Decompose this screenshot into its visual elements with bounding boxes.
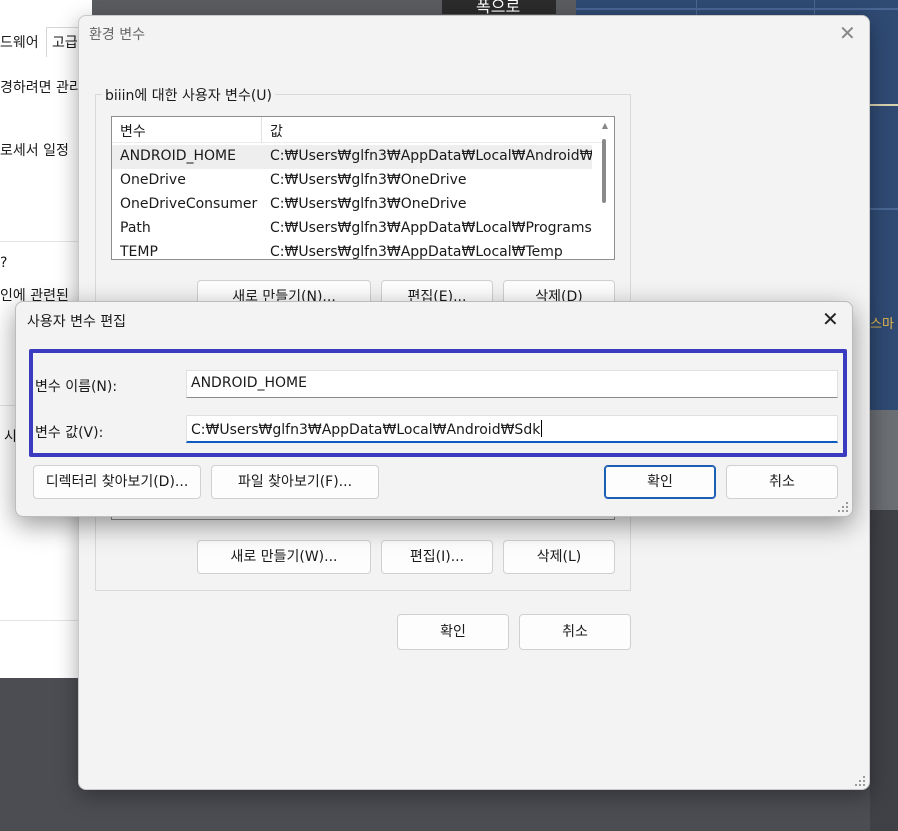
- list-item[interactable]: TEMP C:₩Users₩glfn3₩AppData₩Local₩Temp: [112, 241, 592, 260]
- scroll-up-icon[interactable]: ▲: [602, 121, 608, 130]
- list-item[interactable]: OneDriveConsumer C:₩Users₩glfn3₩OneDrive: [112, 193, 592, 217]
- divider: [0, 620, 80, 621]
- variable-value-input[interactable]: C:₩Users₩glfn3₩AppData₩Local₩Android₩Sdk: [186, 415, 838, 443]
- variable-name-text: ANDROID_HOME: [191, 375, 307, 391]
- user-variables-list[interactable]: 변수 값 ANDROID_HOME C:₩Users₩glfn3₩AppData…: [111, 116, 615, 260]
- background-text: ?: [0, 255, 8, 271]
- cancel-button[interactable]: 취소: [726, 465, 838, 499]
- variable-name: ANDROID_HOME: [120, 148, 236, 164]
- system-delete-button[interactable]: 삭제(L): [503, 540, 615, 574]
- group-label: biiin에 대한 사용자 변수(U): [102, 85, 275, 105]
- text-caret: [541, 420, 543, 437]
- variable-value: C:₩Users₩glfn3₩OneDrive: [270, 172, 467, 188]
- list-header: 변수 값: [112, 117, 602, 143]
- variable-name: Path: [120, 220, 151, 236]
- system-new-button[interactable]: 새로 만들기(W)...: [197, 540, 371, 574]
- system-edit-button[interactable]: 편집(I)...: [381, 540, 493, 574]
- background-dark-panel: 폭으로: [442, 0, 556, 16]
- background-text: 경하려면 관리: [0, 80, 82, 96]
- background-text: 로세서 일정: [0, 143, 69, 159]
- divider: [0, 241, 80, 242]
- variable-value: C:₩Users₩glfn3₩OneDrive: [270, 196, 467, 212]
- background-panel: [870, 510, 898, 831]
- variable-name: OneDriveConsumer: [120, 196, 258, 212]
- background-tab-label: 드웨어: [0, 35, 39, 51]
- scrollbar-thumb[interactable]: [602, 139, 606, 203]
- variable-value: C:₩Users₩glfn3₩AppData₩Local₩Android₩Sdk: [270, 148, 592, 164]
- column-header-variable[interactable]: 변수: [112, 117, 262, 143]
- background-tab-label-advanced: 고급: [52, 35, 78, 51]
- list-item[interactable]: Path C:₩Users₩glfn3₩AppData₩Local₩Progra…: [112, 217, 592, 241]
- dialog-title: 사용자 변수 편집: [27, 314, 127, 330]
- env-ok-button[interactable]: 확인: [397, 614, 509, 650]
- variable-name: TEMP: [120, 244, 158, 260]
- background-text: 스마: [870, 317, 894, 332]
- variable-value: C:₩Users₩glfn3₩AppData₩Local₩Programs₩..…: [270, 220, 592, 236]
- variable-name-label: 변수 이름(N):: [35, 379, 118, 395]
- edit-user-variable-dialog: 사용자 변수 편집 ✕ 변수 이름(N): ANDROID_HOME 변수 값(…: [15, 301, 853, 517]
- background-panel: [870, 410, 898, 510]
- list-item[interactable]: ANDROID_HOME C:₩Users₩glfn3₩AppData₩Loca…: [112, 145, 592, 169]
- browse-directory-button[interactable]: 디렉터리 찾아보기(D)...: [33, 465, 201, 499]
- column-header-value[interactable]: 값: [270, 117, 283, 145]
- list-item[interactable]: OneDrive C:₩Users₩glfn3₩OneDrive: [112, 169, 592, 193]
- variable-name: OneDrive: [120, 172, 186, 188]
- variable-value-text: C:₩Users₩glfn3₩AppData₩Local₩Android₩Sdk: [191, 422, 541, 438]
- gridline: [576, 8, 898, 10]
- window-title: 환경 변수: [89, 27, 145, 43]
- env-cancel-button[interactable]: 취소: [519, 614, 631, 650]
- close-icon[interactable]: ✕: [839, 23, 856, 43]
- resize-grip-icon[interactable]: [855, 776, 867, 788]
- ok-button[interactable]: 확인: [604, 465, 716, 499]
- variable-name-input[interactable]: ANDROID_HOME: [186, 370, 838, 398]
- variable-value-label: 변수 값(V):: [35, 425, 104, 441]
- browse-file-button[interactable]: 파일 찾아보기(F)...: [211, 465, 379, 499]
- variable-value: C:₩Users₩glfn3₩AppData₩Local₩Temp: [270, 244, 563, 260]
- close-icon[interactable]: ✕: [822, 308, 839, 330]
- resize-grip-icon[interactable]: [838, 502, 850, 514]
